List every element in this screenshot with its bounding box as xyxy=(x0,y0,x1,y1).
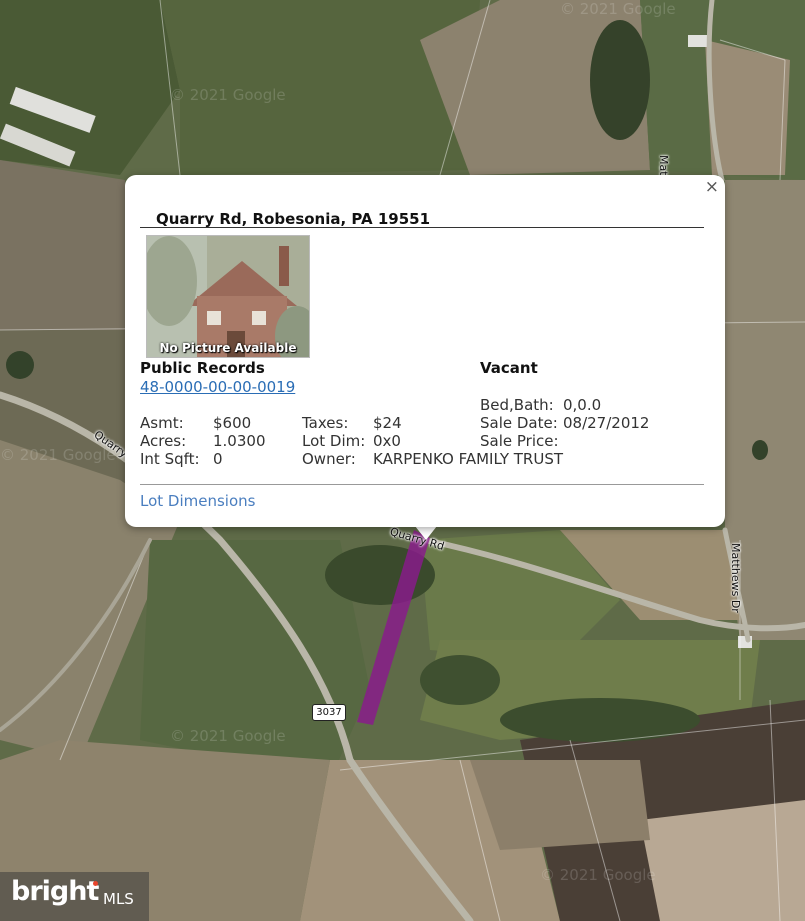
owner-value: KARPENKO FAMILY TRUST xyxy=(373,450,564,468)
lot-dimensions-link[interactable]: Lot Dimensions xyxy=(140,492,255,510)
map-watermark: © 2021 Google xyxy=(170,727,286,745)
lot-dim-label: Lot Dim: xyxy=(302,432,366,450)
asmt-value: $600 xyxy=(213,414,252,432)
public-records-heading: Public Records xyxy=(140,359,265,377)
taxes-label: Taxes: xyxy=(302,414,349,432)
route-shield: 3037 xyxy=(312,704,346,721)
property-photo-placeholder: No Picture Available xyxy=(146,235,310,358)
bed-bath-value: 0,0.0 xyxy=(563,396,602,414)
sale-date-label: Sale Date: xyxy=(480,414,558,432)
asmt-label: Asmt: xyxy=(140,414,184,432)
map-watermark: © 2021 Google xyxy=(170,86,286,104)
status-heading: Vacant xyxy=(480,359,538,377)
address-divider xyxy=(140,227,704,228)
int-sqft-label: Int Sqft: xyxy=(140,450,200,468)
bed-bath-label: Bed,Bath: xyxy=(480,396,554,414)
property-info-popup: × Quarry Rd, Robesonia, PA 19551 No Pict… xyxy=(125,175,725,527)
owner-label: Owner: xyxy=(302,450,356,468)
map-watermark: © 2021 Google xyxy=(540,866,656,884)
photo-caption: No Picture Available xyxy=(159,341,297,355)
int-sqft-value: 0 xyxy=(213,450,223,468)
close-icon[interactable]: × xyxy=(705,177,719,197)
lot-dim-value: 0x0 xyxy=(373,432,401,450)
logo-dot-icon xyxy=(93,881,98,886)
house-image xyxy=(147,236,309,357)
taxes-value: $24 xyxy=(373,414,402,432)
sale-date-value: 08/27/2012 xyxy=(563,414,650,432)
map-watermark: © 2021 Google xyxy=(0,446,116,464)
acres-value: 1.0300 xyxy=(213,432,266,450)
popup-pointer xyxy=(415,526,437,540)
logo-suffix-text: MLS xyxy=(103,890,134,908)
map-watermark: © 2021 Google xyxy=(560,0,676,18)
acres-label: Acres: xyxy=(140,432,187,450)
logo-brand-text: bright xyxy=(11,876,99,907)
road-label-matthews-dr: Matthews Dr xyxy=(729,543,742,613)
property-address: Quarry Rd, Robesonia, PA 19551 xyxy=(156,210,431,228)
popup-divider xyxy=(140,484,704,485)
sale-price-label: Sale Price: xyxy=(480,432,559,450)
bright-mls-logo: bright MLS xyxy=(0,872,149,921)
parcel-id-link[interactable]: 48-0000-00-00-0019 xyxy=(140,378,295,396)
